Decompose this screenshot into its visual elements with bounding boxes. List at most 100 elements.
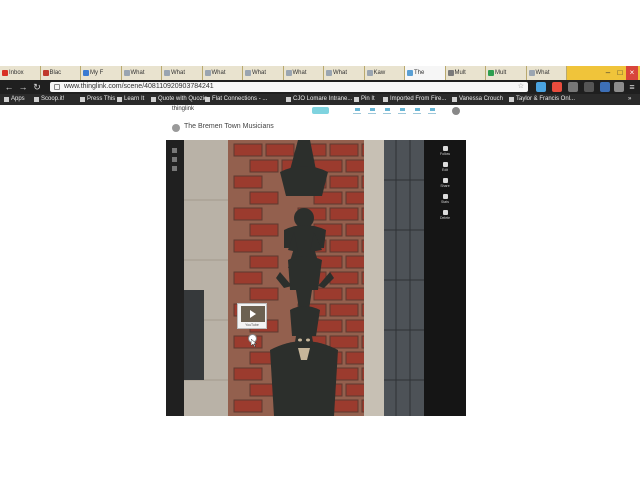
mouse-pointer-icon xyxy=(251,339,257,347)
tab-favicon-icon xyxy=(245,70,251,76)
bookmark-item[interactable]: CJO Lomare Intrane... xyxy=(286,94,352,105)
bookmarks-bar: Apps Scoop.it! Press This Learn It Quote wit… xyxy=(0,94,640,105)
tab-favicon-icon xyxy=(447,70,454,76)
browser-toolbar: ← → ↻ www.thinglink.com/scene/4081109209… xyxy=(0,80,640,94)
share-tool[interactable]: Share xyxy=(436,178,454,188)
viewer-tools-panel: Follow Edit Share Stats Delete xyxy=(424,140,466,416)
nav-item-icon[interactable] xyxy=(367,108,377,116)
close-window-button[interactable]: × xyxy=(626,66,638,80)
browser-tab[interactable]: What xyxy=(121,66,162,80)
tab-label: What xyxy=(535,70,550,76)
bookmark-item[interactable]: Quote with Quozio xyxy=(151,94,207,105)
extension-icon[interactable] xyxy=(600,82,610,92)
bookmark-item[interactable]: Flat Connections - ... xyxy=(205,94,267,105)
forward-button[interactable]: → xyxy=(17,81,29,93)
tool-label: Stats xyxy=(441,200,449,204)
bookmark-label: Apps xyxy=(11,96,25,102)
bookmark-favicon-icon xyxy=(205,97,210,102)
tab-label: Mult xyxy=(495,70,507,76)
extension-icon[interactable] xyxy=(584,82,594,92)
nav-item-icon[interactable] xyxy=(397,108,407,116)
chrome-menu-icon[interactable]: ≡ xyxy=(626,81,638,93)
small-icon[interactable] xyxy=(172,157,177,162)
dropbox-extension-icon[interactable] xyxy=(536,82,546,92)
bookmark-favicon-icon xyxy=(354,97,359,102)
nav-item-icon[interactable] xyxy=(382,108,392,116)
bookmark-favicon-icon xyxy=(286,97,291,102)
user-avatar[interactable] xyxy=(452,107,460,115)
browser-tab[interactable]: My F xyxy=(81,66,122,80)
bookmark-item[interactable]: Scoop.it! xyxy=(34,94,64,105)
tab-label: Inbox xyxy=(9,70,24,76)
back-button[interactable]: ← xyxy=(3,81,15,93)
browser-window: Inbox Blac My F What What What What What What Kaw… xyxy=(0,60,640,416)
browser-tab[interactable]: Mult xyxy=(486,66,527,80)
bookmark-item[interactable]: Vanessa Crouch xyxy=(452,94,503,105)
owner-avatar[interactable] xyxy=(172,124,180,132)
tab-label: My F xyxy=(90,70,104,76)
musicians-statue-photo: YouTube xyxy=(184,140,424,416)
browser-tab[interactable]: The xyxy=(405,66,446,80)
tool-label: Edit xyxy=(441,168,449,172)
nav-item-icon[interactable] xyxy=(352,108,362,116)
create-button[interactable] xyxy=(312,107,329,114)
browser-tab[interactable]: What xyxy=(202,66,243,80)
bookmark-label: Vanessa Crouch xyxy=(459,96,503,102)
delete-tool[interactable]: Delete xyxy=(436,210,454,220)
browser-tab[interactable]: Inbox xyxy=(0,66,41,80)
stats-tool[interactable]: Stats xyxy=(436,194,454,204)
bookmark-item[interactable]: Taylor & Francis Onl... xyxy=(509,94,575,105)
edit-tool[interactable]: Edit xyxy=(436,162,454,172)
bookmark-favicon-icon xyxy=(452,97,457,102)
tab-favicon-icon xyxy=(123,70,130,76)
bookmark-star-icon[interactable]: ☆ xyxy=(518,82,524,92)
browser-tab[interactable]: What xyxy=(526,66,567,80)
image-viewer: YouTube Follow Edit Share Stats Delete xyxy=(166,140,466,416)
bookmark-label: Flat Connections - ... xyxy=(212,96,268,102)
tab-favicon-icon xyxy=(326,70,332,76)
tab-favicon-icon xyxy=(488,70,494,76)
address-bar[interactable]: www.thinglink.com/scene/4081109209037842… xyxy=(50,82,528,92)
extension-icon[interactable] xyxy=(614,82,624,92)
small-icon[interactable] xyxy=(172,148,177,153)
tool-label: Share xyxy=(440,184,450,188)
bookmark-label: CJO Lomare Intrane... xyxy=(293,96,353,102)
page-icon xyxy=(54,84,60,90)
bookmark-item[interactable]: Pin It xyxy=(354,94,375,105)
thinglink-logo[interactable]: thinglink xyxy=(172,106,194,112)
bookmark-item[interactable]: Learn It xyxy=(117,94,144,105)
page-content: thinglink The Bremen Town Musicians YouT… xyxy=(0,105,640,416)
address-bar-url: www.thinglink.com/scene/4081109209037842… xyxy=(64,83,214,90)
browser-tab[interactable]: Mult xyxy=(445,66,486,80)
bookmark-favicon-icon xyxy=(4,97,9,102)
nav-item-icon[interactable] xyxy=(427,108,437,116)
tag-preview-label: YouTube xyxy=(245,323,259,327)
minimize-button[interactable]: – xyxy=(602,66,614,80)
maximize-button[interactable]: □ xyxy=(614,66,626,80)
tab-favicon-icon xyxy=(528,70,535,76)
bookmark-item[interactable]: Press This xyxy=(80,94,115,105)
tab-label: What xyxy=(292,70,307,76)
browser-tab[interactable]: What xyxy=(162,66,203,80)
tab-label: What xyxy=(171,70,186,76)
browser-tab[interactable]: What xyxy=(324,66,365,80)
tab-favicon-icon xyxy=(83,70,89,76)
reload-button[interactable]: ↻ xyxy=(31,81,43,93)
tab-label: Blac xyxy=(49,70,62,76)
follow-icon xyxy=(442,146,448,151)
browser-tab[interactable]: What xyxy=(243,66,284,80)
browser-tab[interactable]: What xyxy=(283,66,324,80)
bar-chart-icon xyxy=(442,194,448,199)
tab-label: What xyxy=(252,70,267,76)
extension-icon[interactable] xyxy=(568,82,578,92)
nav-item-icon[interactable] xyxy=(412,108,422,116)
browser-tab[interactable]: Blac xyxy=(40,66,81,80)
youtube-tag-preview[interactable]: YouTube xyxy=(237,303,267,329)
bookmark-item[interactable]: Imported From Fire... xyxy=(383,94,446,105)
follow-tool[interactable]: Follow xyxy=(436,146,454,156)
more-bookmarks-button[interactable]: » xyxy=(628,94,631,105)
small-icon[interactable] xyxy=(172,166,177,171)
bookmark-item[interactable]: Apps xyxy=(4,94,25,105)
pinterest-extension-icon[interactable] xyxy=(552,82,562,92)
browser-tab[interactable]: Kaw xyxy=(364,66,405,80)
